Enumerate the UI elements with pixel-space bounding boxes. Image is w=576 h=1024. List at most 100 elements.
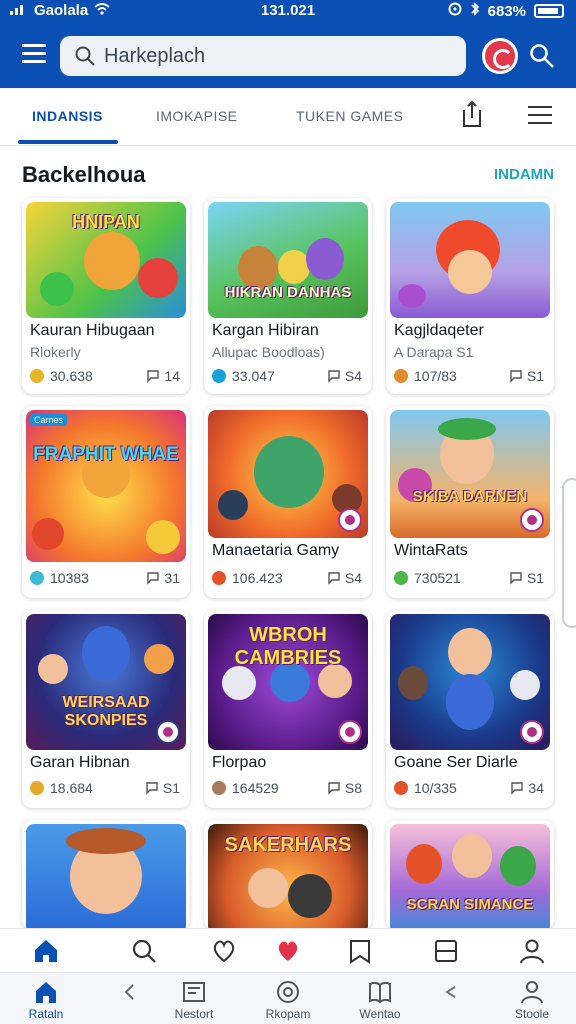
bluetooth-icon bbox=[470, 2, 480, 20]
comment-count: S1 bbox=[526, 368, 544, 384]
profile-icon bbox=[521, 981, 543, 1004]
tab-tuken-games[interactable]: TUKEN GAMES bbox=[296, 108, 403, 124]
game-card[interactable]: WEIRSAAD SKONPIES Garan Hibnan 18.684 S1 bbox=[22, 610, 190, 808]
search-bar[interactable] bbox=[60, 36, 466, 76]
game-title: WintaRats bbox=[394, 542, 468, 559]
game-thumbnail: HNIPAN bbox=[26, 202, 186, 318]
game-title: Florpao bbox=[212, 754, 267, 771]
game-title: Kagjldaqeter bbox=[394, 322, 484, 339]
verified-badge-icon bbox=[338, 720, 362, 744]
comment-icon bbox=[510, 572, 522, 585]
favorite-icon[interactable] bbox=[274, 937, 302, 965]
game-title: Manaetaria Gamy bbox=[212, 542, 340, 559]
search-icon[interactable] bbox=[130, 937, 158, 965]
player-icon bbox=[394, 571, 408, 585]
play-count: 10/335 bbox=[414, 780, 457, 796]
nav-item-news[interactable]: Nestort bbox=[154, 979, 234, 1021]
tab-indansis[interactable]: INDANSIS bbox=[32, 108, 103, 124]
app-header: Gaolala 131.021 683% bbox=[0, 0, 576, 88]
game-card[interactable]: SAKERHARS bbox=[204, 820, 372, 930]
game-card[interactable]: SKIBA DARNEN WintaRats 730521 S1 bbox=[386, 406, 554, 598]
player-icon bbox=[212, 369, 226, 383]
thumbnail-title-art: SAKERHARS bbox=[224, 834, 352, 856]
player-icon bbox=[212, 571, 226, 585]
search-input[interactable] bbox=[104, 44, 444, 68]
thumbnail-title-art: FRAPHIT WHAE bbox=[33, 444, 179, 465]
play-count: 10383 bbox=[50, 570, 89, 586]
nav-item-profile[interactable]: Stoole bbox=[492, 979, 572, 1021]
game-card[interactable]: WBROH CAMBRIES Florpao 164529 S8 bbox=[204, 610, 372, 808]
comment-icon bbox=[510, 370, 522, 383]
play-count: 164529 bbox=[232, 780, 279, 796]
circle-icon bbox=[277, 981, 299, 1003]
search-icon[interactable] bbox=[528, 42, 556, 70]
nav-label: Stoole bbox=[514, 1007, 550, 1021]
game-thumbnail: HIKRAN DANHAS bbox=[208, 202, 368, 318]
game-title: Garan Hibnan bbox=[30, 754, 130, 771]
section-link[interactable]: INDAMN bbox=[494, 166, 554, 183]
heart-icon[interactable] bbox=[210, 937, 238, 965]
player-icon bbox=[30, 571, 44, 585]
thumbnail-title-art: SCRAN SIMANCE bbox=[406, 896, 534, 913]
share-icon[interactable] bbox=[460, 100, 484, 128]
alarm-icon bbox=[448, 2, 462, 20]
action-bar bbox=[0, 928, 576, 972]
bookmark-icon[interactable] bbox=[346, 937, 374, 965]
side-scroll-handle[interactable] bbox=[562, 478, 576, 628]
tab-imokapise[interactable]: IMOKAPISE bbox=[156, 108, 238, 124]
thumbnail-title-art: HNIPAN bbox=[72, 212, 140, 232]
game-title: Goane Ser Diarle bbox=[394, 754, 518, 771]
game-title: Kauran Hibugaan bbox=[30, 322, 155, 339]
play-count: 33.047 bbox=[232, 368, 275, 384]
battery-icon bbox=[534, 4, 564, 18]
game-card[interactable]: HIKRAN DANHAS Kargan Hibiran Allupac Boo… bbox=[204, 198, 372, 394]
comment-icon bbox=[328, 572, 340, 585]
game-thumbnail bbox=[26, 824, 186, 930]
nav-item-library[interactable]: Wentao bbox=[340, 979, 420, 1021]
game-card[interactable]: Carnes FRAPHIT WHAE 10383 31 bbox=[22, 406, 190, 598]
thumbnail-title-art: WBROH CAMBRIES bbox=[234, 624, 342, 669]
hamburger-menu-icon[interactable] bbox=[22, 44, 46, 64]
section-title: Backelhoua bbox=[22, 162, 146, 187]
chevron-left-icon bbox=[124, 984, 134, 1000]
game-thumbnail: WEIRSAAD SKONPIES bbox=[26, 614, 186, 750]
home-icon[interactable] bbox=[32, 937, 60, 965]
nav-item-return[interactable] bbox=[410, 979, 490, 1007]
comment-icon bbox=[147, 370, 160, 383]
game-thumbnail: SAKERHARS bbox=[208, 824, 368, 930]
game-thumbnail: Carnes FRAPHIT WHAE bbox=[26, 410, 186, 562]
game-card[interactable]: HNIPAN Kauran Hibugaan Rlokerly 30.638 1… bbox=[22, 198, 190, 394]
nav-label: Wentao bbox=[359, 1007, 401, 1021]
game-subtitle: A Darapa S1 bbox=[394, 344, 474, 360]
verified-badge-icon bbox=[520, 720, 544, 744]
game-subtitle: Rlokerly bbox=[30, 344, 81, 360]
game-title: Kargan Hibiran bbox=[212, 322, 319, 339]
comment-count: S4 bbox=[344, 570, 362, 586]
game-card[interactable] bbox=[22, 820, 190, 930]
active-tab-indicator bbox=[18, 140, 118, 144]
game-thumbnail: SCRAN SIMANCE bbox=[390, 824, 550, 930]
window-icon[interactable] bbox=[432, 937, 460, 965]
game-card[interactable]: Manaetaria Gamy 106.423 S4 bbox=[204, 406, 372, 598]
comment-count: S8 bbox=[344, 780, 362, 796]
player-icon bbox=[212, 781, 226, 795]
nav-item-home[interactable]: Rataln bbox=[6, 979, 86, 1021]
arrow-left-icon bbox=[445, 986, 456, 998]
battery-label: 683% bbox=[487, 2, 526, 20]
play-count: 30.638 bbox=[50, 368, 93, 384]
nav-item-explore[interactable]: Rkopam bbox=[248, 979, 328, 1021]
game-card[interactable]: Goane Ser Diarle 10/335 34 bbox=[386, 610, 554, 808]
app-logo-button[interactable] bbox=[482, 38, 518, 74]
news-icon bbox=[183, 982, 205, 1002]
comment-count: 14 bbox=[164, 368, 180, 384]
comment-count: S1 bbox=[162, 780, 180, 796]
profile-icon[interactable] bbox=[518, 937, 546, 965]
home-icon bbox=[36, 982, 56, 1003]
game-card[interactable]: Kagjldaqeter A Darapa S1 107/83 S1 bbox=[386, 198, 554, 394]
player-icon bbox=[30, 781, 44, 795]
comment-count: S4 bbox=[344, 368, 362, 384]
menu-icon[interactable] bbox=[528, 106, 552, 124]
game-thumbnail bbox=[390, 614, 550, 750]
game-card[interactable]: SCRAN SIMANCE bbox=[386, 820, 554, 930]
player-icon bbox=[394, 369, 408, 383]
